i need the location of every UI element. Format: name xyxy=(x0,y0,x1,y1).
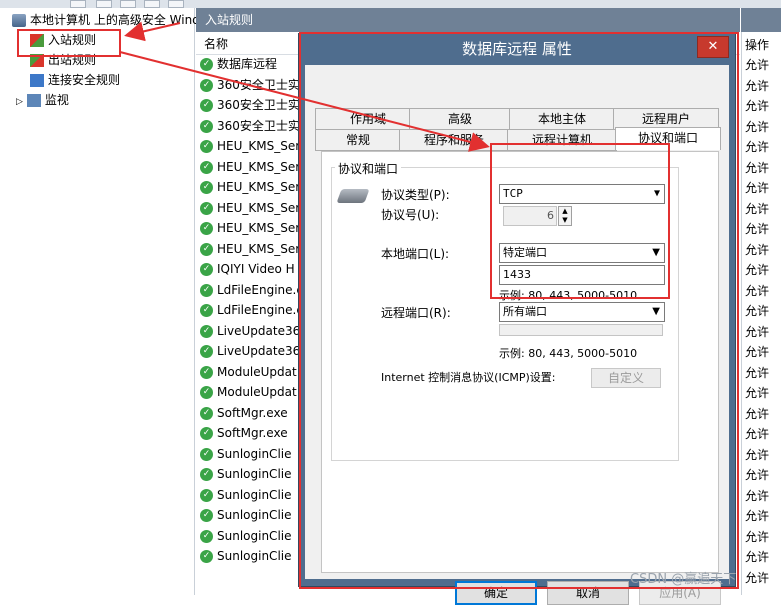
watermark: CSDN @赢遍天下 xyxy=(630,572,737,587)
arrow-to-protocol xyxy=(119,51,490,152)
arrow-to-inbound xyxy=(124,21,181,42)
annotation-arrows xyxy=(119,21,490,152)
